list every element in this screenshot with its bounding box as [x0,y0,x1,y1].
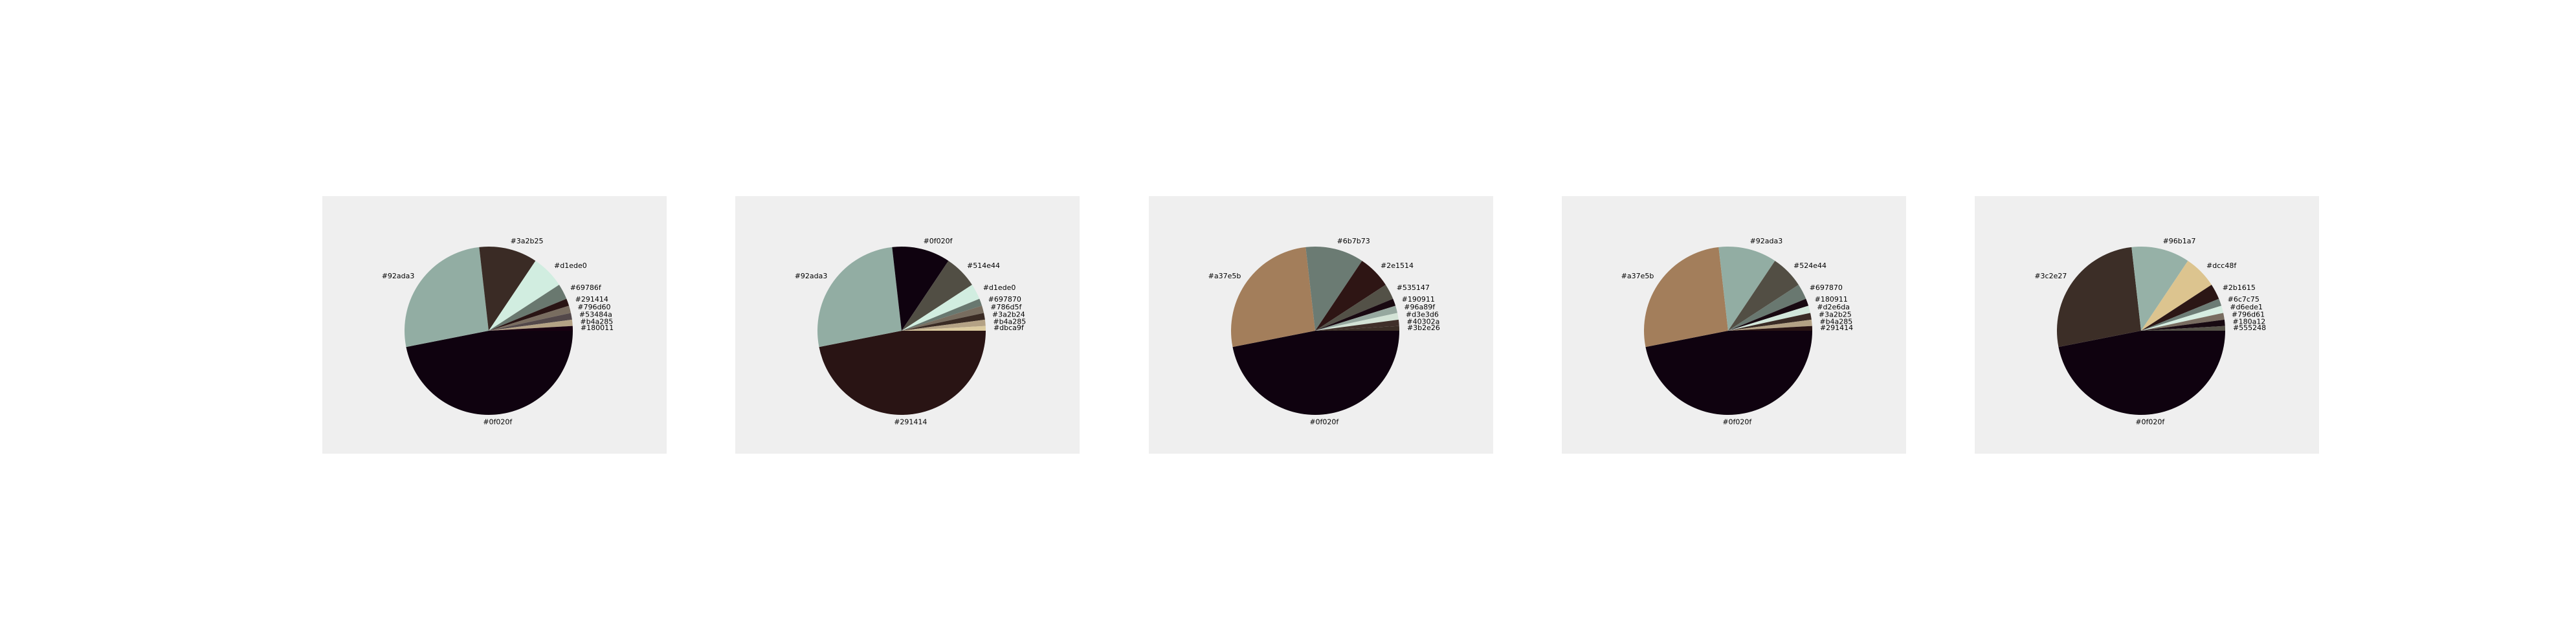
pie-slice-label-5: #535147 [1397,283,1430,292]
pie-slice-label-10: #555248 [2233,324,2266,332]
pie-slice-2 [817,247,902,348]
pie-slice-label-1: #0f020f [1722,417,1752,426]
pie-slice-2 [2057,247,2141,348]
pie-chart-panel-1: #0f020f #92ada3 #3a2b25 #d1ede0 #69786f #2914… [322,196,667,454]
pie-chart-3: #0f020f#a37e5b#6b7b73#2e1514#535147#1909… [1208,237,1440,426]
pie-slice-label-5: #697870 [1810,283,1843,292]
pie-slice-2 [405,247,489,348]
pie-chart-panel-4: #0f020f #a37e5b #92ada3 #524e44 #697870 #1809… [1562,196,1906,454]
pie-slice-label-10: #180011 [581,324,614,332]
pie-slice-label-5: #d1ede0 [983,283,1016,292]
pie-chart-panel-2: #291414 #92ada3 #0f020f #514e44 #d1ede0 #6978… [735,196,1080,454]
pie-slice-label-1: #291414 [894,417,927,426]
pie-slice-label-3: #96b1a7 [2163,237,2196,245]
pie-slice-label-2: #92ada3 [382,272,415,280]
pie-slice-label-4: #d1ede0 [554,261,587,270]
pie-slice-label-2: #3c2e27 [2034,272,2067,280]
pie-slice-label-4: #2e1514 [1381,261,1414,270]
pie-slice-label-1: #0f020f [2135,417,2165,426]
pie-slice-label-3: #92ada3 [1750,237,1783,245]
pie-chart-5: #0f020f#3c2e27#96b1a7#dcc48f#2b1615#6c7c… [2034,237,2266,426]
pie-chart-panel-5: #0f020f #3c2e27 #96b1a7 #dcc48f #2b1615 #6c7c… [1975,196,2319,454]
pie-chart-panel-3: #0f020f #a37e5b #6b7b73 #2e1514 #535147 #1909… [1149,196,1493,454]
pie-slice-2 [1231,247,1315,348]
pie-slice-label-5: #69786f [570,283,602,292]
pie-chart-4: #0f020f#a37e5b#92ada3#524e44#697870#1809… [1621,237,1853,426]
pie-slice-label-1: #0f020f [483,417,513,426]
pie-slice-label-4: #524e44 [1793,261,1827,270]
pie-slice-1 [819,331,986,415]
pie-slice-label-2: #a37e5b [1621,272,1654,280]
pie-slice-label-5: #2b1615 [2223,283,2256,292]
pie-slice-1 [406,331,573,415]
pie-slice-label-2: #92ada3 [795,272,828,280]
pie-slice-label-3: #3a2b25 [511,237,544,245]
pie-chart-1: #0f020f#92ada3#3a2b25#d1ede0#69786f#2914… [382,237,614,426]
pie-slice-label-4: #dcc48f [2206,261,2237,270]
pie-slice-label-4: #514e44 [967,261,1000,270]
pie-slice-label-2: #a37e5b [1208,272,1241,280]
pie-slice-2 [1644,247,1728,348]
pie-slice-1 [1645,331,1812,415]
pie-slice-1 [1232,331,1399,415]
pie-slice-label-3: #6b7b73 [1337,237,1370,245]
pie-slice-label-10: #291414 [1820,324,1853,332]
pie-slice-1 [2058,331,2225,415]
pie-slice-label-10: #3b2e26 [1407,324,1440,332]
pie-chart-2: #291414#92ada3#0f020f#514e44#d1ede0#6978… [795,237,1027,426]
pie-slice-label-3: #0f020f [924,237,953,245]
pie-slice-label-1: #0f020f [1309,417,1339,426]
pie-slice-label-10: #dbca9f [994,324,1025,332]
